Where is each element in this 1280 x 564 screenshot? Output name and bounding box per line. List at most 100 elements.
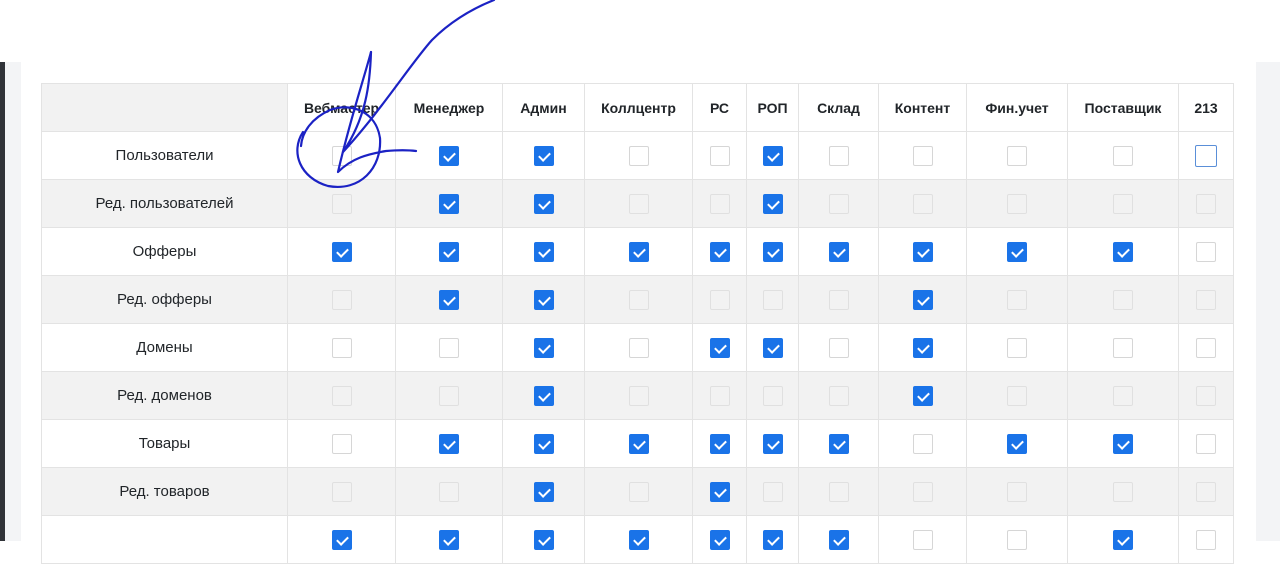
permission-checkbox[interactable]	[439, 529, 459, 550]
permission-checkbox[interactable]	[1195, 144, 1217, 167]
permission-checkbox[interactable]	[828, 337, 849, 358]
permission-checkbox[interactable]	[439, 241, 459, 262]
permission-checkbox[interactable]	[1007, 145, 1027, 166]
permission-checkbox[interactable]	[1113, 241, 1133, 262]
permission-checkbox[interactable]	[533, 241, 554, 262]
permission-checkbox[interactable]	[1007, 337, 1027, 358]
permission-checkbox[interactable]	[628, 193, 649, 214]
permission-checkbox[interactable]	[828, 385, 849, 406]
permission-checkbox[interactable]	[1196, 385, 1216, 406]
permission-checkbox[interactable]	[1007, 481, 1027, 502]
permission-checkbox[interactable]	[331, 433, 352, 454]
permission-checkbox[interactable]	[628, 529, 649, 550]
permission-checkbox[interactable]	[533, 481, 554, 502]
permission-checkbox[interactable]	[628, 385, 649, 406]
permission-checkbox[interactable]	[1196, 193, 1216, 214]
permission-checkbox[interactable]	[1196, 289, 1216, 310]
permission-checkbox[interactable]	[762, 337, 783, 358]
permission-checkbox[interactable]	[762, 529, 783, 550]
permission-checkbox[interactable]	[331, 385, 352, 406]
permission-checkbox[interactable]	[762, 385, 783, 406]
permission-checkbox[interactable]	[331, 529, 352, 550]
permission-checkbox[interactable]	[709, 241, 730, 262]
permission-checkbox[interactable]	[762, 241, 783, 262]
permission-checkbox[interactable]	[1113, 433, 1133, 454]
permission-checkbox[interactable]	[331, 337, 352, 358]
permission-checkbox[interactable]	[439, 289, 459, 310]
permission-checkbox[interactable]	[709, 289, 730, 310]
permission-checkbox[interactable]	[1113, 529, 1133, 550]
permission-checkbox[interactable]	[533, 145, 554, 166]
permission-checkbox[interactable]	[1196, 433, 1216, 454]
permission-checkbox[interactable]	[1113, 289, 1133, 310]
permission-checkbox[interactable]	[628, 433, 649, 454]
permission-checkbox[interactable]	[439, 145, 459, 166]
permission-checkbox[interactable]	[1113, 481, 1133, 502]
permission-checkbox[interactable]	[762, 145, 783, 166]
permission-checkbox[interactable]	[1007, 193, 1027, 214]
permission-checkbox[interactable]	[828, 241, 849, 262]
permission-checkbox[interactable]	[439, 337, 459, 358]
permission-checkbox[interactable]	[762, 289, 783, 310]
permission-checkbox[interactable]	[628, 241, 649, 262]
permission-checkbox[interactable]	[1007, 241, 1027, 262]
permission-checkbox[interactable]	[533, 529, 554, 550]
permission-checkbox[interactable]	[709, 433, 730, 454]
permission-checkbox[interactable]	[628, 337, 649, 358]
permission-checkbox[interactable]	[709, 529, 730, 550]
permission-checkbox[interactable]	[912, 481, 933, 502]
permission-checkbox[interactable]	[912, 289, 933, 310]
permission-checkbox[interactable]	[1196, 481, 1216, 502]
permission-checkbox[interactable]	[439, 481, 459, 502]
permission-checkbox[interactable]	[912, 241, 933, 262]
permission-checkbox[interactable]	[912, 145, 933, 166]
permission-checkbox[interactable]	[828, 433, 849, 454]
permission-checkbox[interactable]	[709, 193, 730, 214]
permission-checkbox[interactable]	[762, 481, 783, 502]
permission-checkbox[interactable]	[709, 385, 730, 406]
permission-checkbox[interactable]	[828, 481, 849, 502]
permission-checkbox[interactable]	[912, 385, 933, 406]
permission-checkbox[interactable]	[1113, 193, 1133, 214]
permission-checkbox[interactable]	[828, 529, 849, 550]
permission-checkbox[interactable]	[912, 337, 933, 358]
permission-checkbox[interactable]	[628, 289, 649, 310]
permission-checkbox[interactable]	[331, 193, 352, 214]
permission-checkbox[interactable]	[533, 433, 554, 454]
permission-checkbox[interactable]	[331, 289, 352, 310]
permission-checkbox[interactable]	[1113, 337, 1133, 358]
permission-checkbox[interactable]	[439, 193, 459, 214]
permission-checkbox[interactable]	[1196, 529, 1216, 550]
permission-checkbox[interactable]	[1007, 385, 1027, 406]
permission-checkbox[interactable]	[1007, 289, 1027, 310]
permission-checkbox[interactable]	[533, 385, 554, 406]
permission-checkbox[interactable]	[533, 193, 554, 214]
permission-checkbox[interactable]	[709, 145, 730, 166]
permission-checkbox[interactable]	[762, 433, 783, 454]
permission-checkbox[interactable]	[628, 481, 649, 502]
permission-checkbox[interactable]	[439, 385, 459, 406]
permission-checkbox[interactable]	[1196, 241, 1216, 262]
permission-checkbox[interactable]	[762, 193, 783, 214]
permission-checkbox[interactable]	[912, 193, 933, 214]
permission-checkbox[interactable]	[533, 337, 554, 358]
permission-checkbox[interactable]	[828, 289, 849, 310]
permission-checkbox[interactable]	[1196, 337, 1216, 358]
permission-checkbox[interactable]	[828, 193, 849, 214]
permission-checkbox[interactable]	[628, 145, 649, 166]
permission-checkbox[interactable]	[912, 529, 933, 550]
permission-checkbox[interactable]	[1007, 529, 1027, 550]
permission-checkbox[interactable]	[709, 337, 730, 358]
permission-checkbox[interactable]	[1007, 433, 1027, 454]
permission-checkbox[interactable]	[912, 433, 933, 454]
permission-checkbox[interactable]	[331, 241, 352, 262]
permission-checkbox[interactable]	[1113, 145, 1133, 166]
permission-checkbox[interactable]	[331, 145, 352, 166]
permission-checkbox[interactable]	[1113, 385, 1133, 406]
column-header: Склад	[798, 83, 879, 132]
permission-checkbox[interactable]	[331, 481, 352, 502]
permission-checkbox[interactable]	[828, 145, 849, 166]
permission-checkbox[interactable]	[709, 481, 730, 502]
permission-checkbox[interactable]	[533, 289, 554, 310]
permission-checkbox[interactable]	[439, 433, 459, 454]
